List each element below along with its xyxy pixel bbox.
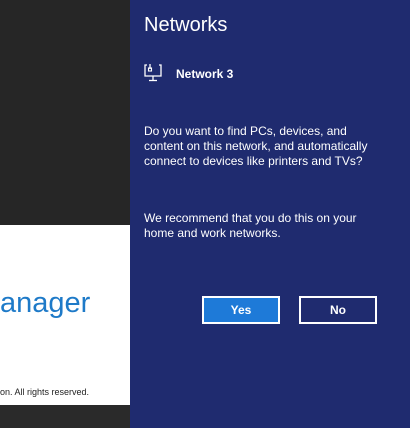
screen: anager on. All rights reserved. Networks… xyxy=(0,0,410,428)
no-button[interactable]: No xyxy=(299,296,377,324)
network-row: Network 3 xyxy=(144,64,233,84)
pane-title: Networks xyxy=(144,14,228,36)
recommendation-text: We recommend that you do this on your ho… xyxy=(144,211,357,240)
network-monitor-icon xyxy=(144,64,162,82)
yes-button[interactable]: Yes xyxy=(202,296,280,324)
network-name: Network 3 xyxy=(176,67,234,81)
background-app-area xyxy=(0,0,130,225)
background-app-title: anager xyxy=(0,287,91,319)
background-copyright: on. All rights reserved. xyxy=(0,387,90,397)
discovery-question: Do you want to find PCs, devices, and co… xyxy=(144,124,368,168)
networks-pane: Networks Network 3 Do you want to find P… xyxy=(130,0,410,428)
background-app-bottom xyxy=(0,405,130,428)
